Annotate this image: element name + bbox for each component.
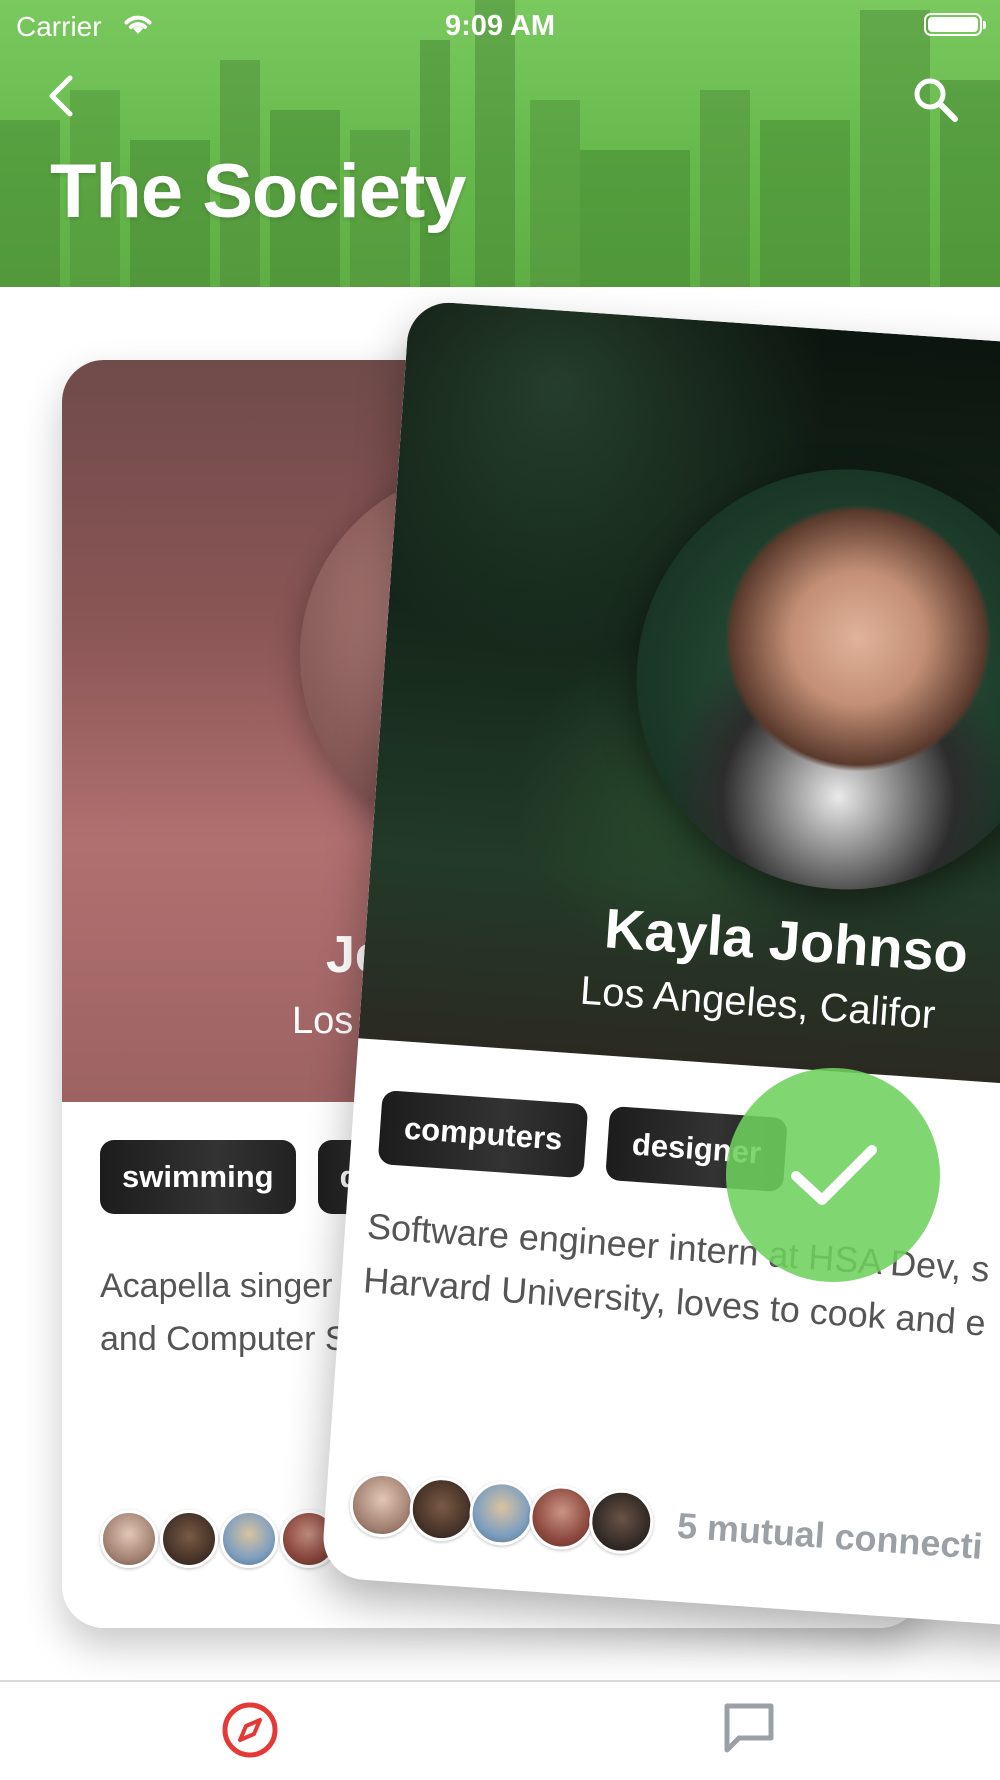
like-indicator <box>726 1068 940 1282</box>
header: Carrier 9:09 AM The Society <box>0 0 1000 287</box>
compass-icon[interactable] <box>220 1700 280 1760</box>
chat-bubble-icon[interactable] <box>721 1700 777 1756</box>
status-bar: Carrier 9:09 AM <box>0 0 1000 50</box>
mutual-avatar <box>407 1475 476 1544</box>
mutual-avatar <box>527 1483 596 1552</box>
page-title: The Society <box>50 149 467 234</box>
battery-icon <box>924 13 986 36</box>
status-time: 9:09 AM <box>444 10 556 42</box>
mutual-avatar <box>220 1510 278 1568</box>
mutual-avatar <box>100 1510 158 1568</box>
profile-card-front[interactable]: Kayla Johnso Los Angeles, Califor comput… <box>320 300 1000 1630</box>
mutual-connections[interactable]: 5 mutual connecti <box>347 1470 985 1579</box>
chevron-left-icon[interactable] <box>38 72 86 120</box>
tab-bar <box>0 1680 1000 1780</box>
mutual-avatar <box>467 1479 536 1548</box>
mutual-connections-label: 5 mutual connecti <box>675 1504 984 1567</box>
mutual-avatar <box>347 1470 417 1540</box>
interest-tag[interactable]: computers <box>377 1090 589 1179</box>
checkmark-icon <box>791 1145 877 1205</box>
mutual-avatar <box>587 1487 656 1556</box>
search-icon[interactable] <box>910 74 960 124</box>
mutual-avatar <box>160 1510 218 1568</box>
interest-tag[interactable]: swimming <box>100 1140 296 1214</box>
